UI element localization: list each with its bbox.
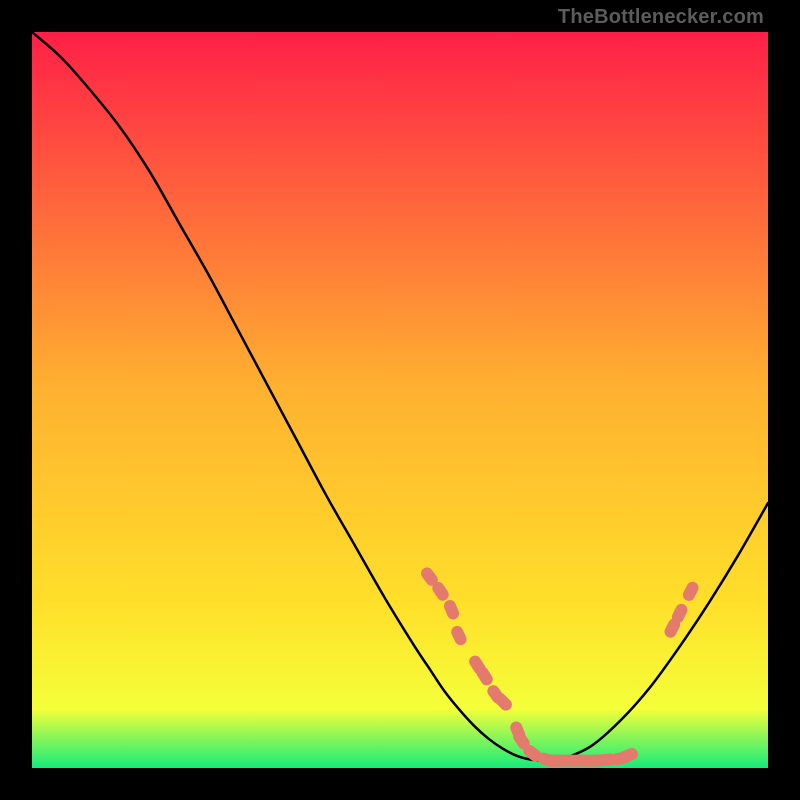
bottleneck-chart-svg [32, 32, 768, 768]
attribution-label: TheBottlenecker.com [558, 6, 764, 29]
gradient-background [32, 32, 768, 768]
plot-area [32, 32, 768, 768]
chart-container: TheBottlenecker.com [0, 0, 800, 800]
